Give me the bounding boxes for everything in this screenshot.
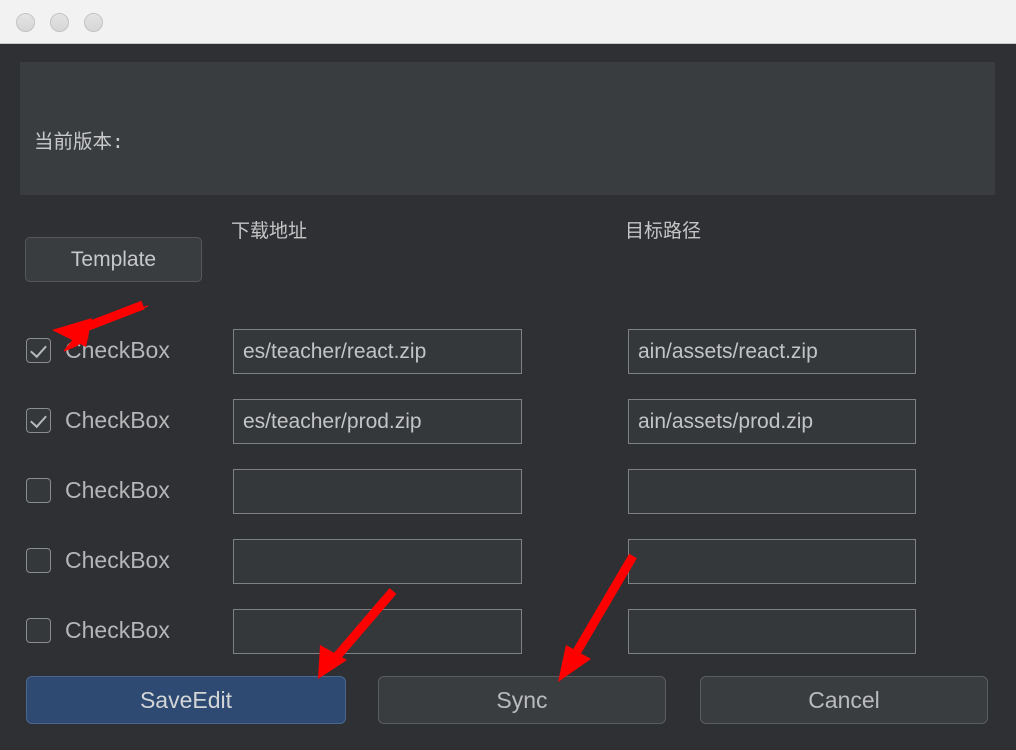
current-version-panel: 当前版本: react.zip:{"version":"4.8.0","time…	[20, 62, 995, 195]
minimize-window-button[interactable]	[50, 13, 69, 32]
target-path-input-1[interactable]	[628, 329, 916, 374]
target-path-input-5[interactable]	[628, 609, 916, 654]
template-button[interactable]: Template	[25, 237, 202, 282]
cancel-button[interactable]: Cancel	[700, 676, 988, 724]
app-window: 当前版本: react.zip:{"version":"4.8.0","time…	[0, 0, 1016, 750]
download-url-input-1[interactable]	[233, 329, 522, 374]
checkmark-icon[interactable]	[26, 337, 51, 363]
entry-row: CheckBox	[0, 326, 1016, 374]
window-titlebar	[0, 0, 1016, 44]
row-checkbox-label: CheckBox	[65, 406, 170, 433]
column-header-target-path: 目标路径	[625, 220, 702, 242]
row-checkbox-1[interactable]: CheckBox	[26, 326, 170, 374]
target-path-input-2[interactable]	[628, 399, 916, 444]
empty-checkbox-icon[interactable]	[26, 477, 51, 503]
download-url-input-5[interactable]	[233, 609, 522, 654]
row-checkbox-2[interactable]: CheckBox	[26, 396, 170, 444]
row-checkbox-label: CheckBox	[65, 476, 170, 503]
close-window-button[interactable]	[16, 13, 35, 32]
row-checkbox-5[interactable]: CheckBox	[26, 606, 170, 654]
entry-row: CheckBox	[0, 466, 1016, 514]
maximize-window-button[interactable]	[84, 13, 103, 32]
row-checkbox-label: CheckBox	[65, 616, 170, 643]
empty-checkbox-icon[interactable]	[26, 547, 51, 573]
entry-row: CheckBox	[0, 606, 1016, 654]
sync-button[interactable]: Sync	[378, 676, 666, 724]
download-url-input-2[interactable]	[233, 399, 522, 444]
entry-row: CheckBox	[0, 536, 1016, 584]
download-url-input-4[interactable]	[233, 539, 522, 584]
download-url-input-3[interactable]	[233, 469, 522, 514]
dialog-button-bar: SaveEdit Sync Cancel	[0, 676, 1016, 724]
column-header-download-url: 下载地址	[231, 220, 308, 242]
row-checkbox-3[interactable]: CheckBox	[26, 466, 170, 514]
save-edit-button[interactable]: SaveEdit	[26, 676, 346, 724]
row-checkbox-4[interactable]: CheckBox	[26, 536, 170, 584]
entry-row: CheckBox	[0, 396, 1016, 444]
target-path-input-3[interactable]	[628, 469, 916, 514]
empty-checkbox-icon[interactable]	[26, 617, 51, 643]
traffic-light-group	[16, 13, 103, 32]
target-path-input-4[interactable]	[628, 539, 916, 584]
row-checkbox-label: CheckBox	[65, 546, 170, 573]
row-checkbox-label: CheckBox	[65, 336, 170, 363]
version-panel-heading: 当前版本:	[34, 130, 124, 153]
checkmark-icon[interactable]	[26, 407, 51, 433]
